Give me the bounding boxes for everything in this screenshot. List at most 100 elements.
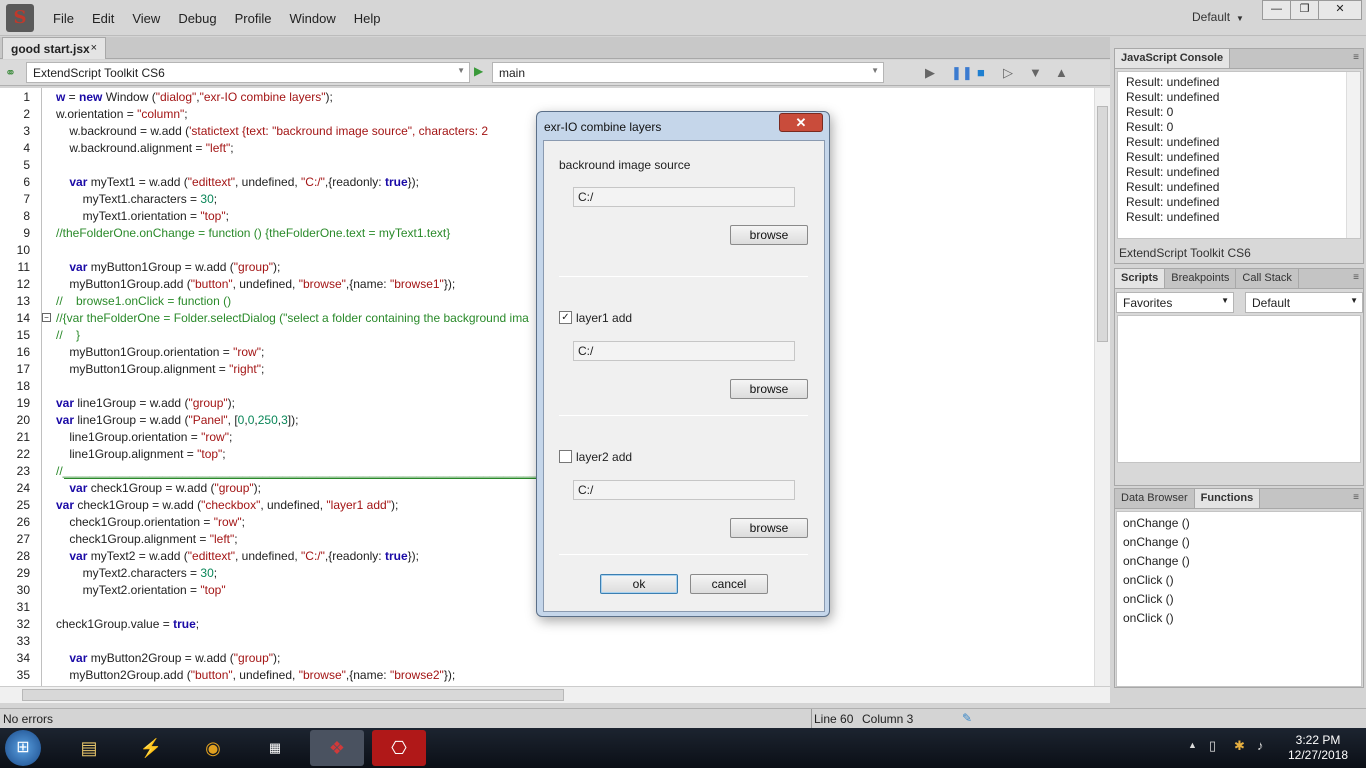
scrollbar-thumb[interactable] (22, 689, 564, 701)
scripts-list[interactable] (1117, 315, 1361, 463)
layer1-checkbox[interactable]: ✓ (559, 311, 572, 324)
code-line[interactable]: w.backround = w.add ('statictext {text: … (56, 124, 488, 138)
step-over-icon[interactable]: ▷ (1003, 65, 1013, 81)
console-scrollbar[interactable] (1346, 72, 1360, 238)
menu-profile[interactable]: Profile (226, 11, 281, 26)
code-line[interactable]: myButton1Group.add ("button", undefined,… (56, 277, 455, 291)
browse-background-button[interactable]: browse (730, 225, 808, 245)
code-line[interactable]: myButton1Group.alignment = "right"; (56, 362, 264, 376)
function-item[interactable]: onChange () (1123, 516, 1190, 530)
menu-debug[interactable]: Debug (169, 11, 225, 26)
code-line[interactable]: var myButton2Group = w.add ("group"); (56, 651, 280, 665)
tab-scripts[interactable]: Scripts (1115, 269, 1166, 288)
code-line[interactable]: line1Group.alignment = "top"; (56, 447, 225, 461)
fold-toggle-icon[interactable]: − (42, 313, 51, 322)
stop-icon[interactable]: ■ (977, 65, 985, 80)
code-line[interactable]: var line1Group = w.add ("group"); (56, 396, 235, 410)
chrome-icon[interactable]: ◉ (186, 730, 240, 766)
code-line[interactable]: myText2.characters = 30; (56, 566, 217, 580)
code-line[interactable]: w.backround.alignment = "left"; (56, 141, 233, 155)
code-line[interactable]: w = new Window ("dialog","exr-IO combine… (56, 90, 333, 104)
code-line[interactable]: // } (56, 328, 80, 342)
code-line[interactable]: w.orientation = "column"; (56, 107, 188, 121)
editor-vertical-scrollbar[interactable] (1094, 88, 1110, 686)
browse-layer1-button[interactable]: browse (730, 379, 808, 399)
menu-view[interactable]: View (123, 11, 169, 26)
tab-data-browser[interactable]: Data Browser (1115, 489, 1195, 508)
step-out-icon[interactable]: ▲ (1055, 65, 1068, 80)
layer2-checkbox[interactable] (559, 450, 572, 463)
functions-list[interactable]: onChange () onChange () onChange () onClick… (1116, 511, 1362, 687)
target-app-select[interactable]: ExtendScript Toolkit CS6 ▼ (26, 62, 470, 83)
function-item[interactable]: onClick () (1123, 611, 1174, 625)
close-tab-icon[interactable]: × (91, 42, 97, 54)
bolt-app-icon[interactable]: ⚡ (124, 730, 178, 766)
code-line[interactable]: var myText1 = w.add ("edittext", undefin… (56, 175, 419, 189)
code-line[interactable]: //{var theFolderOne = Folder.selectDialo… (56, 311, 529, 325)
document-tab[interactable]: good start.jsx × (2, 37, 106, 59)
show-hidden-icons-icon[interactable]: ▲ (1188, 740, 1197, 750)
engine-select[interactable]: main ▼ (492, 62, 884, 83)
favorites-select[interactable]: Favorites ▼ (1116, 292, 1234, 313)
tab-functions[interactable]: Functions (1194, 489, 1261, 508)
code-line[interactable]: check1Group.value = true; (56, 617, 199, 631)
function-item[interactable]: onClick () (1123, 573, 1174, 587)
ok-button[interactable]: ok (600, 574, 678, 594)
panel-menu-icon[interactable]: ≡ (1353, 52, 1359, 63)
code-line[interactable]: line1Group.orientation = "row"; (56, 430, 232, 444)
minimize-button[interactable]: — (1262, 0, 1291, 20)
link-icon[interactable]: ⚭ (5, 65, 16, 81)
layer2-label[interactable]: layer2 add (576, 450, 632, 464)
panel-menu-icon[interactable]: ≡ (1353, 272, 1359, 283)
console-output[interactable]: Result: undefined Result: undefined Result… (1117, 71, 1361, 239)
function-item[interactable]: onChange () (1123, 535, 1190, 549)
layer2-path-field[interactable]: C:/ (573, 480, 795, 500)
code-line[interactable]: myButton2Group.add ("button", undefined,… (56, 668, 455, 682)
code-line[interactable]: //theFolderOne.onChange = function () {t… (56, 226, 450, 240)
code-line[interactable]: var myText2 = w.add ("edittext", undefin… (56, 549, 419, 563)
network-icon[interactable]: ✱ (1234, 738, 1245, 754)
cancel-button[interactable]: cancel (690, 574, 768, 594)
run-target-icon[interactable]: ▶ (474, 64, 483, 78)
layer1-label[interactable]: layer1 add (576, 311, 632, 325)
scripts-app-select[interactable]: Default ▼ (1245, 292, 1363, 313)
workspace-switcher[interactable]: Default ▼ (1192, 10, 1244, 24)
tab-breakpoints[interactable]: Breakpoints (1165, 269, 1237, 288)
code-line[interactable]: check1Group.alignment = "left"; (56, 532, 237, 546)
scrollbar-thumb[interactable] (1097, 106, 1108, 342)
media-player-icon[interactable]: ▦ (248, 730, 302, 766)
layer1-path-field[interactable]: C:/ (573, 341, 795, 361)
file-explorer-icon[interactable]: ▤ (62, 730, 116, 766)
editor-horizontal-scrollbar[interactable] (0, 686, 1110, 703)
volume-icon[interactable]: ♪ (1257, 738, 1264, 753)
code-line[interactable]: var check1Group = w.add ("group"); (56, 481, 261, 495)
function-item[interactable]: onChange () (1123, 554, 1190, 568)
background-path-field[interactable]: C:/ (573, 187, 795, 207)
code-line[interactable]: var check1Group = w.add ("checkbox", und… (56, 498, 398, 512)
run-icon[interactable]: ▶ (925, 65, 935, 81)
tab-javascript-console[interactable]: JavaScript Console (1115, 49, 1231, 68)
panel-menu-icon[interactable]: ≡ (1353, 492, 1359, 503)
menu-help[interactable]: Help (345, 11, 390, 26)
acrobat-icon[interactable]: ⎔ (372, 730, 426, 766)
code-line[interactable]: // browse1.onClick = function () (56, 294, 231, 308)
menu-file[interactable]: File (44, 11, 83, 26)
code-line[interactable]: var line1Group = w.add ("Panel", [0,0,25… (56, 413, 298, 427)
clock[interactable]: 3:22 PM 12/27/2018 (1282, 733, 1354, 763)
menu-window[interactable]: Window (280, 11, 344, 26)
phone-icon[interactable]: ▯ (1209, 738, 1216, 754)
code-line[interactable]: myText2.orientation = "top" (56, 583, 226, 597)
browse-layer2-button[interactable]: browse (730, 518, 808, 538)
code-line[interactable]: myText1.characters = 30; (56, 192, 217, 206)
code-line[interactable]: check1Group.orientation = "row"; (56, 515, 245, 529)
tab-call-stack[interactable]: Call Stack (1236, 269, 1299, 288)
code-line[interactable]: var myButton1Group = w.add ("group"); (56, 260, 280, 274)
pause-icon[interactable]: ❚❚ (951, 65, 973, 81)
menu-edit[interactable]: Edit (83, 11, 123, 26)
dialog-close-button[interactable]: ✕ (779, 113, 823, 132)
start-button-icon[interactable]: ⊞ (5, 730, 41, 766)
step-into-icon[interactable]: ▼ (1029, 65, 1042, 80)
code-line[interactable]: myText1.orientation = "top"; (56, 209, 229, 223)
function-item[interactable]: onClick () (1123, 592, 1174, 606)
extendscript-taskbar-icon[interactable]: ❖ (310, 730, 364, 766)
